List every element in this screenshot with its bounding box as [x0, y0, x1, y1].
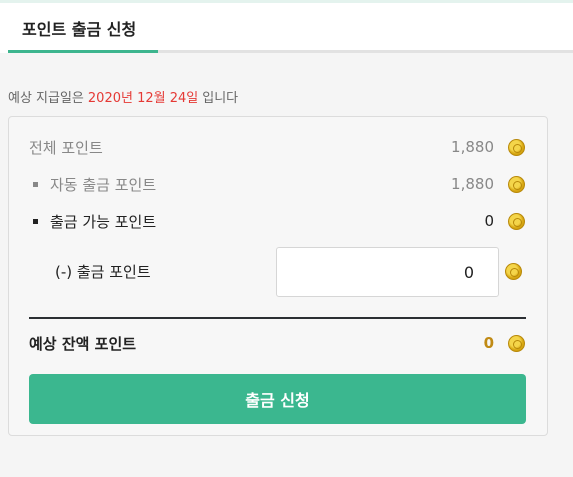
- tab-withdraw-request[interactable]: 포인트 출금 신청: [8, 3, 158, 53]
- auto-withdraw-points-value: 1,880: [451, 175, 494, 193]
- expected-balance-row: 예상 잔액 포인트 0: [29, 330, 525, 356]
- available-points-label: 출금 가능 포인트: [50, 212, 157, 231]
- coin-icon: [505, 263, 522, 280]
- expected-balance-label: 예상 잔액 포인트: [29, 334, 137, 353]
- notice-date: 2020년 12월 24일: [87, 90, 199, 106]
- tab-label: 포인트 출금 신청: [22, 20, 137, 39]
- expected-balance-value: 0: [483, 334, 494, 352]
- coin-icon: [508, 175, 525, 193]
- withdraw-points-input[interactable]: [276, 247, 499, 297]
- tab-active-underline: [8, 50, 158, 53]
- withdraw-card: 전체 포인트 1,880 자동 출금 포인트 1,880 출금 가능 포인트 0…: [8, 116, 548, 436]
- coin-icon: [508, 138, 525, 156]
- notice-prefix: 예상 지급일은: [8, 90, 84, 106]
- bullet-icon: [33, 181, 38, 187]
- header: 포인트 출금 신청: [0, 3, 573, 53]
- total-points-value: 1,880: [451, 138, 494, 156]
- auto-withdraw-points-row: 자동 출금 포인트 1,880: [29, 172, 525, 196]
- header-divider: [158, 50, 573, 53]
- withdraw-points-row: (-) 출금 포인트: [29, 247, 525, 299]
- withdraw-points-label: (-) 출금 포인트: [55, 263, 151, 281]
- available-points-value: 0: [484, 212, 494, 230]
- bullet-icon: [33, 218, 38, 224]
- auto-withdraw-points-label: 자동 출금 포인트: [50, 175, 157, 194]
- total-points-row: 전체 포인트 1,880: [29, 135, 525, 159]
- total-points-label: 전체 포인트: [29, 138, 103, 157]
- available-points-row: 출금 가능 포인트 0: [29, 209, 525, 233]
- coin-icon: [508, 334, 525, 352]
- withdraw-submit-button[interactable]: 출금 신청: [29, 374, 526, 424]
- summary-divider: [29, 317, 526, 319]
- payment-date-notice: 예상 지급일은 2020년 12월 24일 입니다: [8, 86, 238, 106]
- coin-icon: [508, 212, 525, 230]
- notice-suffix: 입니다: [202, 90, 239, 106]
